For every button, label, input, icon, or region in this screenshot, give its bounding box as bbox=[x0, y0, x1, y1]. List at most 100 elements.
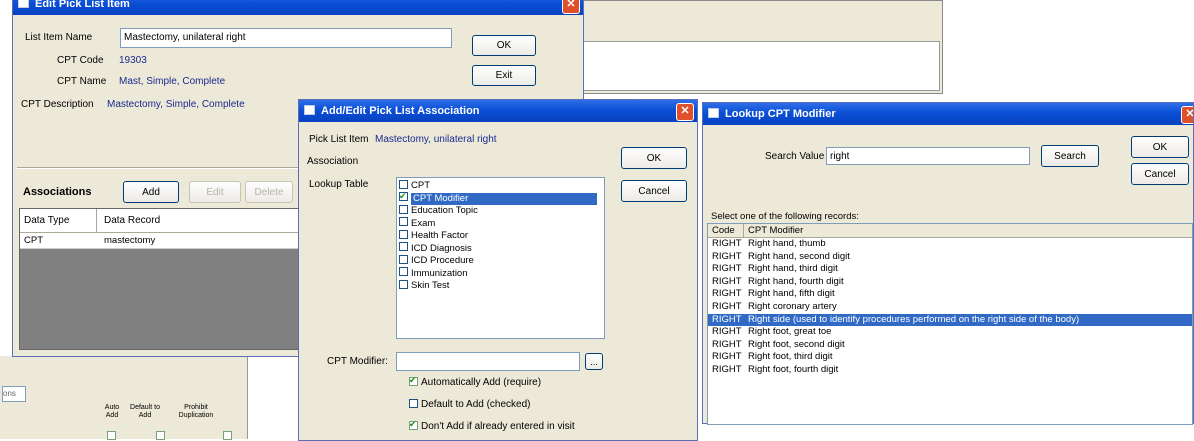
list-item-label: Education Topic bbox=[411, 205, 478, 216]
list-item-label: CPT bbox=[411, 180, 430, 191]
edit-button[interactable]: Edit bbox=[189, 181, 241, 203]
auto-add-checkbox[interactable] bbox=[409, 375, 418, 386]
window-title: Edit Pick List Item bbox=[35, 0, 130, 10]
list-item-name-field[interactable]: Mastectomy, unilateral right bbox=[120, 28, 452, 48]
table-row[interactable]: RIGHT Right coronary artery bbox=[708, 301, 1192, 314]
table-row[interactable]: RIGHT Right foot, great toe bbox=[708, 326, 1192, 339]
delete-button[interactable]: Delete bbox=[245, 181, 293, 203]
checkbox[interactable] bbox=[399, 254, 408, 264]
modifier-cell: Right foot, second digit bbox=[748, 338, 845, 350]
lookup-cpt-modifier-dialog: Lookup CPT Modifier ✕ Search Value right… bbox=[702, 102, 1194, 425]
checkbox[interactable] bbox=[399, 267, 408, 277]
search-input[interactable]: right bbox=[826, 147, 1030, 165]
dont-add-checkbox[interactable] bbox=[409, 419, 418, 430]
list-item[interactable]: Health Factor bbox=[397, 229, 604, 243]
table-row[interactable]: CPT mastectomy bbox=[20, 233, 306, 249]
code-cell: RIGHT bbox=[712, 351, 742, 363]
list-item-label: Health Factor bbox=[411, 230, 469, 241]
associations-grid: Data Type Data Record CPT mastectomy bbox=[19, 208, 307, 350]
association-cancel-button[interactable]: Cancel bbox=[621, 180, 687, 202]
background-left-panel: ons Auto Add Default to Add Prohibit Dup… bbox=[0, 356, 248, 440]
table-row[interactable]: RIGHT Right hand, fifth digit bbox=[708, 288, 1192, 301]
code-cell: RIGHT bbox=[712, 313, 742, 325]
lookup-table-list[interactable]: CPT CPT Modifier Education Topic Exam He… bbox=[396, 177, 605, 339]
code-cell: RIGHT bbox=[712, 288, 742, 300]
table-row[interactable]: RIGHT Right hand, second digit bbox=[708, 251, 1192, 264]
table-row[interactable]: RIGHT Right hand, fourth digit bbox=[708, 276, 1192, 289]
cpt-modifier-field[interactable] bbox=[396, 352, 580, 371]
close-icon[interactable]: ✕ bbox=[562, 0, 580, 14]
lookup-table-label: Lookup Table bbox=[309, 179, 369, 190]
list-item-label: CPT Modifier bbox=[411, 192, 597, 205]
list-item[interactable]: Exam bbox=[397, 217, 604, 231]
list-item[interactable]: CPT bbox=[397, 179, 604, 193]
list-item-label: ICD Procedure bbox=[411, 255, 474, 266]
option-auto-add[interactable]: Automatically Add (require) bbox=[409, 375, 541, 388]
instruction-text: Select one of the following records: bbox=[711, 211, 859, 222]
modifier-cell: Right foot, third digit bbox=[748, 351, 833, 363]
code-cell: RIGHT bbox=[712, 275, 742, 287]
list-item[interactable]: Education Topic bbox=[397, 204, 604, 218]
table-row[interactable]: RIGHT Right hand, third digit bbox=[708, 263, 1192, 276]
window-icon bbox=[708, 108, 719, 118]
code-cell: RIGHT bbox=[712, 250, 742, 262]
table-row[interactable]: RIGHT Right side (used to identify proced… bbox=[708, 313, 1192, 327]
checkbox[interactable] bbox=[399, 190, 408, 203]
code-cell: RIGHT bbox=[712, 338, 742, 350]
code-cell: RIGHT bbox=[712, 326, 742, 338]
close-icon[interactable]: ✕ bbox=[676, 103, 694, 121]
default-to-add-checkbox[interactable] bbox=[409, 398, 418, 408]
modifier-cell: Right side (used to identify procedures … bbox=[748, 313, 1080, 325]
window-icon bbox=[18, 0, 29, 8]
cpt-code-value: 19303 bbox=[119, 55, 147, 66]
option-default-to-add[interactable]: Default to Add (checked) bbox=[409, 398, 531, 410]
code-cell: RIGHT bbox=[712, 363, 742, 375]
exit-button[interactable]: Exit bbox=[472, 65, 536, 86]
checkbox[interactable] bbox=[399, 217, 408, 227]
list-item[interactable]: Immunization bbox=[397, 267, 604, 281]
list-item[interactable]: ICD Procedure bbox=[397, 254, 604, 268]
background-field: ons bbox=[2, 386, 26, 402]
table-row[interactable]: RIGHT Right foot, fourth digit bbox=[708, 364, 1192, 377]
modifier-cell: Right foot, great toe bbox=[748, 326, 832, 338]
lookup-cancel-button[interactable]: Cancel bbox=[1131, 163, 1189, 185]
list-item[interactable]: CPT Modifier bbox=[397, 190, 604, 205]
table-row[interactable]: RIGHT Right foot, third digit bbox=[708, 351, 1192, 364]
code-cell: RIGHT bbox=[712, 238, 742, 249]
pick-list-item-label: Pick List Item bbox=[309, 134, 369, 145]
association-group-label: Association bbox=[307, 156, 359, 167]
checkbox[interactable] bbox=[399, 179, 408, 189]
cpt-name-label: CPT Name bbox=[57, 76, 107, 87]
option-dont-add[interactable]: Don't Add if already entered in visit bbox=[409, 419, 575, 432]
association-ok-button[interactable]: OK bbox=[621, 147, 687, 169]
table-body: RIGHT Right hand, thumb RIGHT Right hand, s… bbox=[708, 238, 1192, 377]
ok-button[interactable]: OK bbox=[472, 35, 536, 56]
code-cell: RIGHT bbox=[712, 263, 742, 275]
modifier-cell: Right hand, fourth digit bbox=[748, 275, 844, 287]
close-icon[interactable]: ✕ bbox=[1181, 106, 1193, 124]
list-item-label: Immunization bbox=[411, 267, 468, 279]
list-item[interactable]: Skin Test bbox=[397, 279, 604, 293]
checkbox[interactable] bbox=[399, 204, 408, 214]
associations-label: Associations bbox=[23, 186, 92, 198]
add-button[interactable]: Add bbox=[123, 181, 179, 203]
checkbox[interactable] bbox=[399, 229, 408, 239]
table-row[interactable]: RIGHT Right foot, second digit bbox=[708, 339, 1192, 352]
checkbox[interactable] bbox=[399, 242, 408, 252]
association-titlebar: Add/Edit Pick List Association ✕ bbox=[299, 100, 697, 122]
cpt-description-label: CPT Description bbox=[21, 99, 94, 110]
modifier-cell: Right foot, fourth digit bbox=[748, 363, 839, 375]
browse-button[interactable]: ... bbox=[585, 353, 603, 370]
cpt-description-value: Mastectomy, Simple, Complete bbox=[107, 99, 245, 110]
grid-col-divider bbox=[96, 209, 97, 232]
table-row[interactable]: RIGHT Right hand, thumb bbox=[708, 238, 1192, 251]
lookup-ok-button[interactable]: OK bbox=[1131, 136, 1189, 158]
checkbox[interactable] bbox=[399, 279, 408, 289]
modifier-cell: Right coronary artery bbox=[748, 300, 837, 312]
list-item[interactable]: ICD Diagnosis bbox=[397, 242, 604, 256]
background-window-content bbox=[582, 41, 940, 91]
modifier-cell: Right hand, third digit bbox=[748, 263, 838, 275]
default-to-add-header: Default to Add bbox=[130, 404, 160, 419]
search-button[interactable]: Search bbox=[1041, 145, 1099, 167]
modifier-cell: Right hand, thumb bbox=[748, 238, 826, 249]
